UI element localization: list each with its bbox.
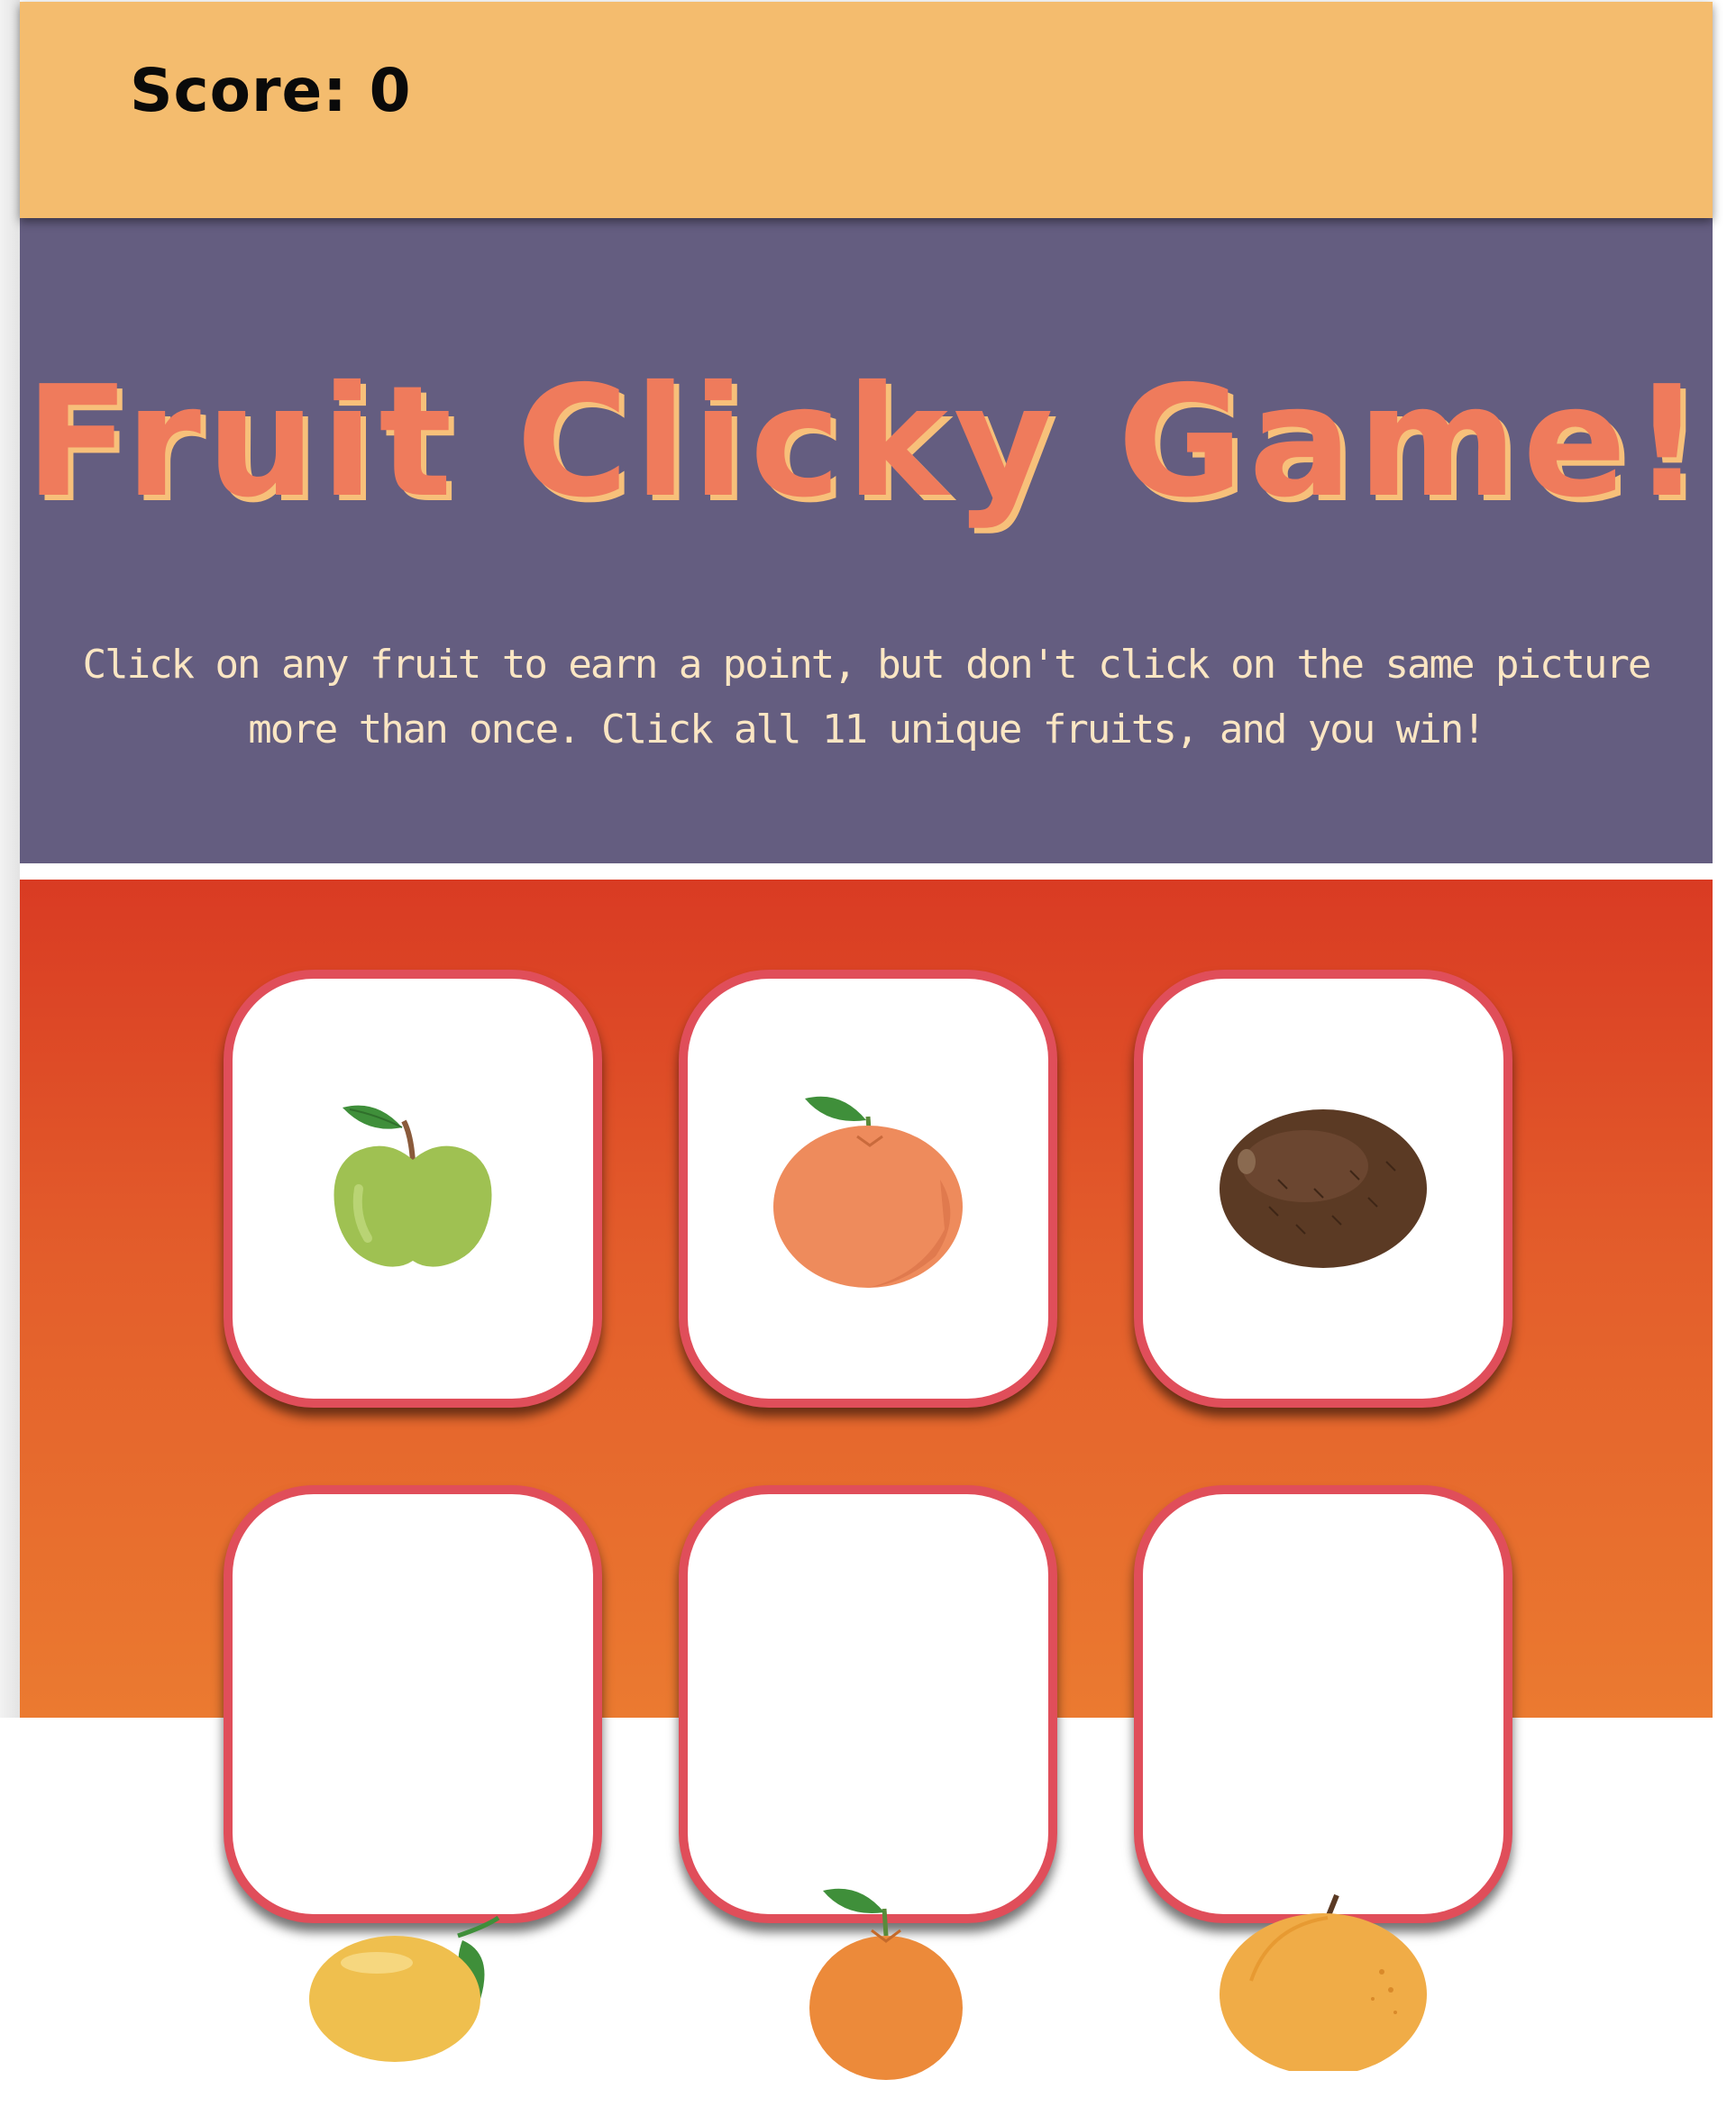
game-instructions: Click on any fruit to earn a point, but … <box>82 642 1652 752</box>
fruit-card[interactable] <box>1134 970 1512 1408</box>
page: Score: 0 Fruit Clicky Game! Click on any… <box>20 0 1713 2080</box>
game-board <box>20 880 1713 2080</box>
page-left-gutter <box>0 0 20 1718</box>
fruit-card[interactable] <box>224 970 602 1408</box>
apricot-icon <box>1220 1893 1427 2071</box>
score-display: Score: 0 <box>130 56 412 125</box>
orange-icon <box>809 1888 963 2080</box>
fruit-card[interactable] <box>224 1485 602 2062</box>
fruit-card[interactable] <box>679 1485 1057 2080</box>
fruit-card[interactable] <box>1134 1485 1512 2071</box>
lemon-icon <box>309 1915 500 2062</box>
fruit-card[interactable] <box>679 970 1057 1408</box>
kiwi-icon <box>1220 1109 1427 1268</box>
navbar: Score: 0 <box>20 2 1713 218</box>
page-right-gutter <box>1713 0 1736 1718</box>
header-banner: Fruit Clicky Game! Click on any fruit to… <box>20 218 1713 863</box>
tangerine-icon <box>773 1096 963 1288</box>
green-apple-icon <box>333 1105 492 1267</box>
page-title: Fruit Clicky Game! <box>24 353 1708 532</box>
